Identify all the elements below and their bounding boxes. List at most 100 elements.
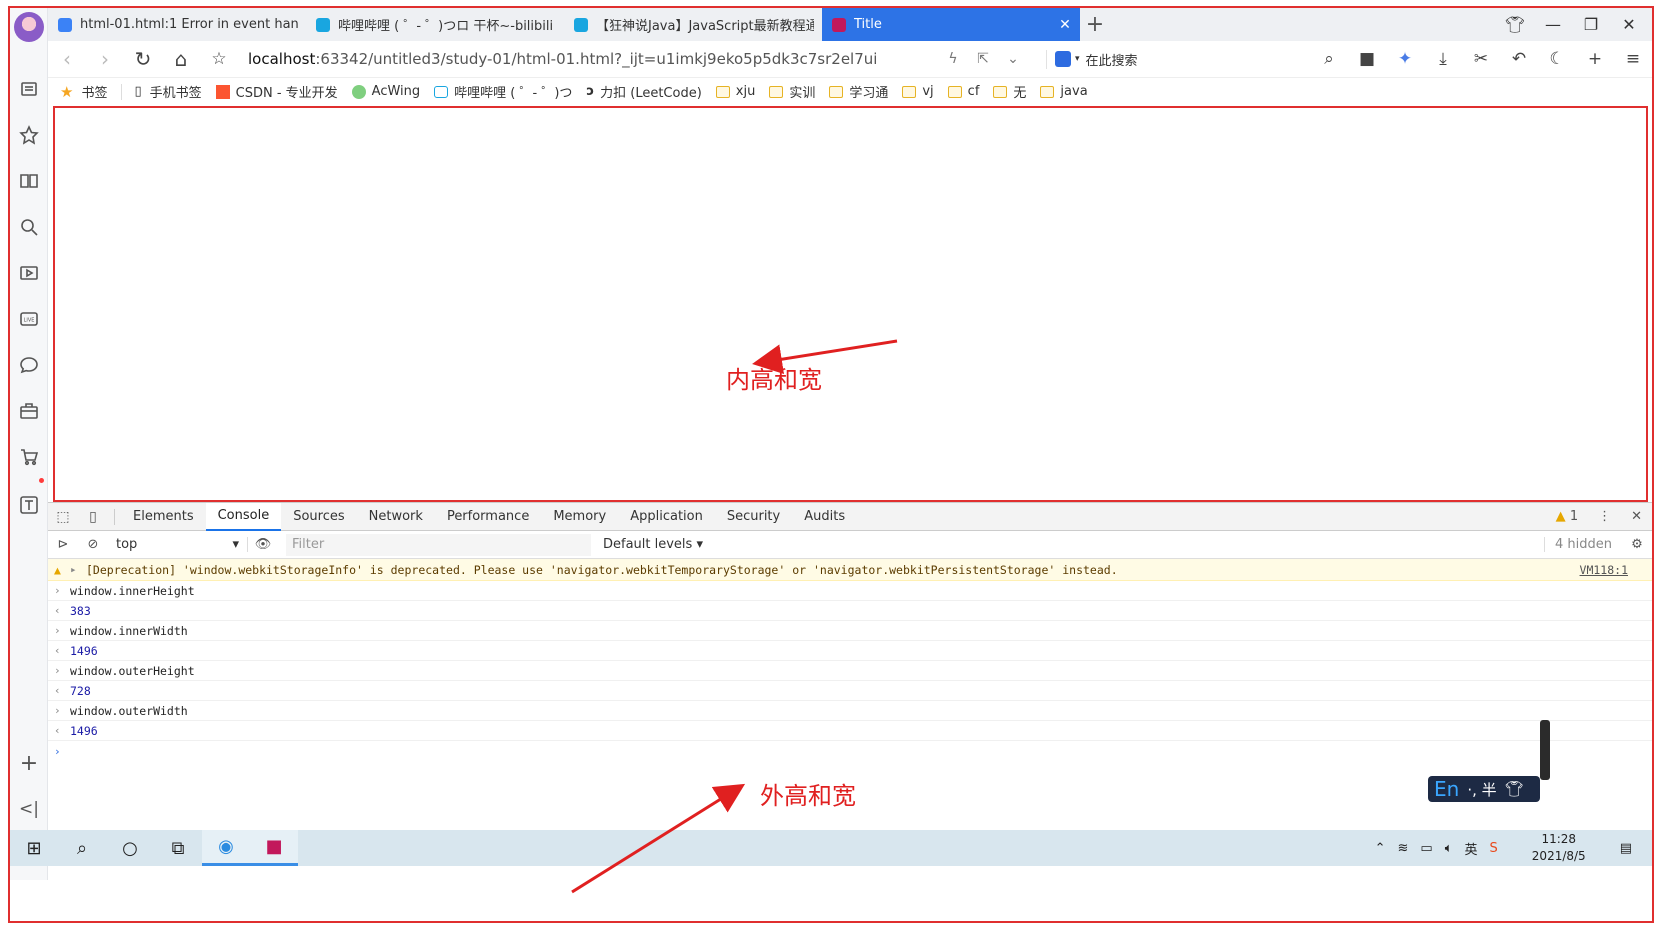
clock[interactable]: 11:28 2021/8/5	[1504, 831, 1614, 865]
back-icon[interactable]: ‹	[48, 41, 86, 78]
chat-icon[interactable]	[18, 354, 40, 376]
live-icon[interactable]: LIVE	[18, 308, 40, 330]
favorites-star-icon[interactable]	[18, 124, 40, 146]
tab-elements[interactable]: Elements	[121, 503, 206, 531]
bookmark-folder[interactable]: vj	[902, 84, 934, 99]
skin-icon[interactable]: 👕︎	[1496, 8, 1534, 41]
undo-icon[interactable]: ↶	[1500, 49, 1538, 69]
ime-indicator[interactable]: En ·, 半 👕︎	[1428, 776, 1540, 802]
bookmark-folder[interactable]: xju	[715, 84, 755, 99]
night-mode-icon[interactable]: ☾	[1538, 49, 1576, 69]
video-icon[interactable]	[18, 262, 40, 284]
bookmark-item[interactable]: ▯ 手机书签	[121, 82, 202, 101]
bookmark-folder[interactable]: 无	[993, 82, 1026, 101]
filter-input[interactable]: Filter	[286, 533, 591, 556]
windows-start-icon[interactable]: ⊞	[10, 830, 58, 866]
ime-tray-icon[interactable]: 英	[1459, 839, 1484, 858]
translate-icon[interactable]	[18, 494, 40, 516]
warning-counter[interactable]: ▲ 1	[1546, 509, 1588, 524]
notification-icon[interactable]: ▤	[1614, 841, 1652, 856]
folder-icon	[902, 85, 917, 98]
close-devtools-icon[interactable]: ✕	[1621, 509, 1652, 524]
tab-application[interactable]: Application	[618, 503, 715, 531]
cart-icon[interactable]	[18, 446, 40, 468]
warning-source-link[interactable]: VM118:1	[1580, 563, 1652, 577]
scrollbar[interactable]	[1540, 720, 1550, 780]
bookmark-item[interactable]: ↄ 力扣 (LeetCode)	[586, 82, 701, 101]
more-options-icon[interactable]: ⋮	[1588, 509, 1621, 524]
search-icon[interactable]	[18, 216, 40, 238]
book-icon[interactable]	[18, 170, 40, 192]
tab-javascript-course[interactable]: 【狂神说Java】JavaScript最新教程通	[564, 8, 822, 41]
menu-icon[interactable]: ≡	[1614, 49, 1652, 69]
intellij-taskbar-icon[interactable]: ■	[250, 830, 298, 866]
user-avatar[interactable]	[14, 12, 44, 42]
tab-bilibili[interactable]: 哔哩哔哩 ( ゜- ゜)つロ 干杯~-bilibili	[306, 8, 564, 41]
home-icon[interactable]: ⌂	[162, 41, 200, 78]
bookmark-star-icon[interactable]: ☆	[200, 41, 238, 78]
chevron-up-icon[interactable]: ⌃	[1369, 841, 1392, 856]
close-window-icon[interactable]: ✕	[1610, 8, 1648, 41]
bird-extension-icon[interactable]: ✦	[1386, 49, 1424, 69]
bookmark-item[interactable]: CSDN - 专业开发	[215, 82, 338, 101]
url-field[interactable]: localhost:63342/untitled3/study-01/html-…	[248, 50, 938, 68]
search-engine-icon[interactable]	[1055, 51, 1071, 67]
extension-icon[interactable]: ■	[1348, 49, 1386, 69]
tab-audits[interactable]: Audits	[792, 503, 857, 531]
tab-security[interactable]: Security	[715, 503, 792, 531]
wifi-icon[interactable]: ≋	[1392, 841, 1415, 856]
tab-console[interactable]: Console	[205, 502, 282, 531]
reading-list-icon[interactable]	[18, 78, 40, 100]
new-tab-button[interactable]: +	[1080, 8, 1110, 41]
share-icon[interactable]: ⇱	[968, 51, 998, 67]
restore-icon[interactable]: ❐	[1572, 8, 1610, 41]
eye-icon[interactable]: 👁︎	[248, 537, 278, 552]
sidebar-toggle-icon[interactable]: ⊳	[48, 537, 78, 552]
log-levels-dropdown[interactable]: Default levels ▾	[603, 537, 703, 552]
bookmark-folder[interactable]: 实训	[769, 82, 815, 101]
sogou-icon[interactable]: S	[1484, 841, 1504, 856]
cortana-icon[interactable]: ○	[106, 830, 154, 866]
volume-icon[interactable]: 🔈︎	[1439, 841, 1459, 856]
add-icon[interactable]: +	[1576, 49, 1614, 69]
chevron-down-icon[interactable]: ⌄	[998, 51, 1028, 67]
bookmark-folder[interactable]: java	[1040, 84, 1088, 99]
bookmark-folder[interactable]: 学习通	[829, 82, 888, 101]
clear-console-icon[interactable]: ⊘	[78, 537, 108, 552]
search-icon[interactable]: ⌕	[1310, 49, 1348, 69]
add-icon[interactable]: +	[18, 751, 40, 776]
lightning-icon[interactable]: ϟ	[938, 51, 968, 67]
download-icon[interactable]: ⤓	[1424, 49, 1462, 69]
device-toolbar-icon[interactable]: ▯	[78, 509, 108, 525]
tab-memory[interactable]: Memory	[541, 503, 618, 531]
settings-gear-icon[interactable]: ⚙	[1622, 537, 1652, 552]
inspect-element-icon[interactable]: ⬚	[48, 509, 78, 525]
browser-taskbar-icon[interactable]: ◉	[202, 830, 250, 866]
tab-title-active[interactable]: Title ✕	[822, 8, 1080, 41]
toolbox-icon[interactable]	[18, 400, 40, 422]
expand-icon[interactable]: ▸	[70, 563, 86, 576]
tab-performance[interactable]: Performance	[435, 503, 541, 531]
tab-sources[interactable]: Sources	[281, 503, 356, 531]
bookmark-folder[interactable]: cf	[947, 84, 979, 99]
bookmark-item[interactable]: ★ 书签	[60, 82, 107, 102]
search-icon[interactable]: ⌕	[58, 830, 106, 866]
close-tab-icon[interactable]: ✕	[1058, 17, 1072, 33]
console-prompt[interactable]: ›	[48, 741, 1652, 761]
context-select[interactable]: top ▾	[108, 537, 248, 552]
page-viewport[interactable]	[55, 108, 1646, 500]
reload-icon[interactable]: ↻	[124, 41, 162, 78]
search-engine-box[interactable]: ▾ 在此搜索	[1046, 49, 1242, 69]
collapse-sidebar-icon[interactable]: <|	[18, 798, 40, 820]
bookmark-item[interactable]: 哔哩哔哩 ( ゜- ゜)つ	[434, 82, 572, 101]
forward-icon[interactable]: ›	[86, 41, 124, 78]
battery-icon[interactable]: ▭	[1414, 841, 1438, 856]
minimize-icon[interactable]: —	[1534, 8, 1572, 41]
result-chevron-icon: ‹	[54, 724, 61, 737]
folder-icon	[993, 85, 1008, 98]
tab-network[interactable]: Network	[357, 503, 435, 531]
tab-error[interactable]: html-01.html:1 Error in event hand	[48, 8, 306, 41]
task-view-icon[interactable]: ⧉	[154, 830, 202, 866]
bookmark-item[interactable]: AcWing	[351, 84, 420, 99]
scissors-icon[interactable]: ✂	[1462, 49, 1500, 69]
